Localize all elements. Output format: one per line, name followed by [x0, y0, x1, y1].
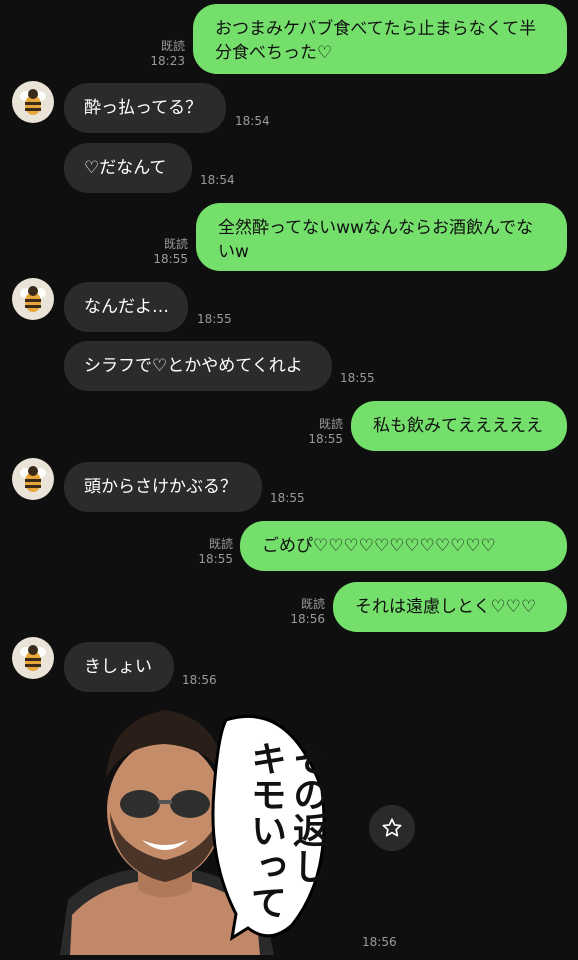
message-bubble-incoming[interactable]: 頭からさけかぶる？ — [64, 462, 262, 512]
message-bubble-incoming[interactable]: きしょい — [64, 642, 174, 692]
read-receipt: 既読 18:55 — [145, 237, 188, 267]
message-bubble-outgoing[interactable]: 全然酔ってないwwなんならお酒飲んでないw — [196, 203, 567, 271]
message-text: ♡だなんて — [84, 158, 167, 178]
timestamp: 18:55 — [198, 552, 233, 566]
message-bubble-outgoing[interactable]: ごめぴ♡♡♡♡♡♡♡♡♡♡♡♡ — [240, 521, 567, 571]
read-receipt: 既読 18:55 — [189, 537, 233, 567]
speech-line-2: キモいって — [245, 740, 286, 920]
speech-text: その返し キモいって — [240, 740, 332, 940]
message-text: おつまみケバブ食べてたら止まらなくて半分食べちった♡ — [215, 19, 537, 63]
timestamp: 18:55 — [340, 371, 375, 385]
message-bubble-incoming[interactable]: ♡だなんて — [64, 143, 192, 193]
message-bubble-outgoing[interactable]: おつまみケバブ食べてたら止まらなくて半分食べちった♡ — [193, 4, 567, 74]
read-receipt: 既読 18:23 — [140, 39, 185, 69]
timestamp: 18:55 — [197, 312, 232, 326]
bee-icon — [20, 466, 46, 492]
timestamp: 18:55 — [270, 491, 305, 505]
message-text: 頭からさけかぶる？ — [84, 477, 237, 497]
timestamp: 18:55 — [308, 432, 343, 446]
timestamp: 18:23 — [150, 54, 185, 68]
contact-avatar[interactable] — [12, 637, 54, 679]
message-bubble-incoming[interactable]: シラフで♡とかやめてくれよ — [64, 341, 332, 391]
read-receipt: 既読 18:55 — [300, 417, 343, 447]
read-label: 既読 — [300, 597, 325, 611]
read-label: 既読 — [208, 537, 233, 551]
timestamp: 18:54 — [200, 173, 235, 187]
bee-icon — [20, 286, 46, 312]
message-bubble-outgoing[interactable]: 私も飲みてえええええ — [351, 401, 567, 451]
read-label: 既読 — [163, 237, 188, 251]
message-bubble-incoming[interactable]: 酔っ払ってる？ — [64, 83, 226, 133]
message-text: ごめぴ♡♡♡♡♡♡♡♡♡♡♡♡ — [262, 536, 496, 556]
contact-avatar[interactable] — [12, 81, 54, 123]
message-text: 酔っ払ってる？ — [84, 98, 203, 118]
message-text: シラフで♡とかやめてくれよ — [84, 356, 303, 376]
bee-icon — [20, 645, 46, 671]
timestamp: 18:56 — [290, 612, 325, 626]
message-bubble-outgoing[interactable]: それは遠慮しとく♡♡♡ — [333, 582, 567, 632]
speech-line-1: その返し — [287, 740, 328, 884]
contact-avatar[interactable] — [12, 278, 54, 320]
message-text: きしょい — [84, 657, 152, 677]
timestamp: 18:55 — [153, 252, 188, 266]
favorite-sticker-button[interactable] — [369, 805, 415, 851]
sticker-image[interactable]: その返し キモいって — [60, 700, 360, 955]
bee-icon — [20, 89, 46, 115]
contact-avatar[interactable] — [12, 458, 54, 500]
message-text: 私も飲みてえええええ — [373, 416, 543, 436]
star-icon — [382, 818, 402, 837]
message-text: なんだよ… — [84, 297, 169, 317]
timestamp: 18:56 — [182, 673, 217, 687]
message-text: 全然酔ってないwwなんならお酒飲んでないw — [218, 218, 534, 262]
timestamp: 18:54 — [235, 114, 270, 128]
timestamp: 18:56 — [362, 935, 397, 949]
message-bubble-incoming[interactable]: なんだよ… — [64, 282, 188, 332]
read-receipt: 既読 18:56 — [282, 597, 325, 627]
message-text: それは遠慮しとく♡♡♡ — [355, 597, 537, 617]
read-label: 既読 — [160, 39, 185, 53]
read-label: 既読 — [318, 417, 343, 431]
